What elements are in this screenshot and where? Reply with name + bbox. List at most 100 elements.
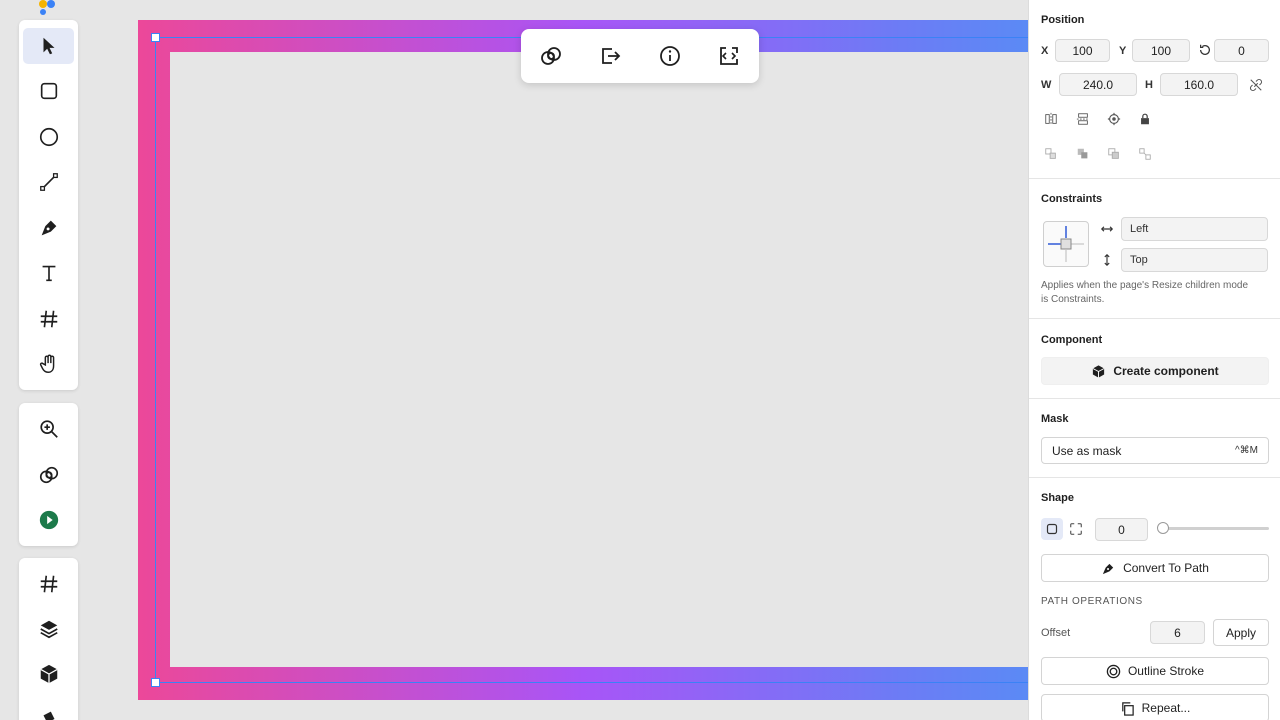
boolean-ops-icon (541, 47, 561, 65)
vertical-arrows-icon (1099, 252, 1115, 268)
outline-circle-icon (1106, 664, 1121, 678)
divider (1029, 477, 1280, 478)
line-tool-button[interactable] (23, 164, 74, 200)
corner-radius-slider[interactable] (1157, 522, 1269, 534)
layers-panel-button[interactable] (23, 611, 74, 647)
target-icon[interactable] (1106, 111, 1122, 127)
hash-icon (40, 310, 57, 328)
top-logo-strip (19, 0, 78, 15)
boolean-tool-button[interactable] (23, 457, 74, 493)
ellipse-icon (39, 127, 58, 147)
panels-group (19, 558, 78, 720)
rotation-icon (1197, 42, 1213, 58)
floating-toolbar (521, 29, 759, 83)
hand-tool-button[interactable] (23, 346, 74, 382)
convert-to-path-button[interactable]: Convert To Path (1041, 554, 1269, 582)
bucket-icon (43, 711, 54, 720)
y-input[interactable]: 100 (1132, 39, 1190, 62)
uniform-radius-toggle[interactable] (1041, 518, 1063, 540)
mask-title: Mask (1041, 413, 1069, 425)
position-title: Position (1041, 14, 1085, 26)
lock-icon[interactable] (1137, 111, 1153, 127)
info-button[interactable] (654, 41, 686, 71)
convert-to-path-label: Convert To Path (1123, 561, 1209, 575)
select-tool-button[interactable] (23, 28, 74, 64)
width-input[interactable]: 240.0 (1059, 73, 1137, 96)
horizontal-constraint-select[interactable]: Left (1121, 217, 1268, 241)
constraints-title: Constraints (1041, 193, 1103, 205)
resize-handle-top-left[interactable] (151, 33, 160, 42)
hash-icon (40, 575, 57, 593)
export-button[interactable] (594, 41, 626, 71)
repeat-button[interactable]: Repeat... (1041, 694, 1269, 720)
apply-offset-button[interactable]: Apply (1213, 619, 1269, 646)
unlink-ratio-icon[interactable] (1248, 77, 1264, 93)
rounded-square-icon (1046, 523, 1058, 535)
rectangle-tool-button[interactable] (23, 73, 74, 109)
horizontal-arrows-icon (1099, 221, 1115, 237)
use-as-mask-label: Use as mask (1052, 443, 1122, 458)
boolean-ops-icon (39, 466, 58, 484)
copy-icon (1121, 701, 1134, 716)
code-button[interactable] (713, 41, 745, 71)
offset-input[interactable]: 6 (1150, 621, 1205, 644)
repeat-label: Repeat... (1141, 701, 1191, 715)
corner-radius-input[interactable]: 0 (1095, 518, 1148, 541)
zoom-in-icon (39, 420, 58, 438)
app-logo-icon (39, 0, 55, 15)
rotation-input[interactable]: 0 (1214, 39, 1269, 62)
ellipse-tool-button[interactable] (23, 119, 74, 155)
align-4-icon[interactable] (1137, 146, 1153, 162)
rectangle-icon (40, 82, 57, 100)
boolean-ops-button[interactable] (535, 41, 567, 71)
align-1-icon[interactable] (1043, 146, 1059, 162)
export-icon (602, 48, 621, 64)
x-input[interactable]: 100 (1055, 39, 1110, 62)
frames-panel-button[interactable] (23, 566, 74, 602)
constraints-diagram-icon (1048, 226, 1084, 262)
align-2-icon[interactable] (1075, 146, 1091, 162)
pen-icon (1102, 563, 1114, 574)
more-panel-button[interactable] (23, 701, 74, 720)
outline-stroke-button[interactable]: Outline Stroke (1041, 657, 1269, 685)
pen-icon (41, 220, 56, 236)
h-label: H (1145, 79, 1153, 91)
align-3-icon[interactable] (1106, 146, 1122, 162)
code-icon (720, 47, 738, 65)
components-panel-button[interactable] (23, 656, 74, 692)
utility-group (19, 403, 78, 546)
text-tool-button[interactable] (23, 255, 74, 291)
cube-icon (39, 664, 58, 684)
path-operations-title: PATH OPERATIONS (1041, 596, 1143, 607)
y-label: Y (1119, 45, 1127, 57)
mask-shortcut: ^⌘M (1234, 445, 1258, 456)
cube-icon (1092, 364, 1105, 378)
flip-vertical-icon[interactable] (1075, 111, 1091, 127)
tools-group (19, 20, 78, 390)
vertical-constraint-select[interactable]: Top (1121, 248, 1268, 272)
properties-panel: Position X 100 Y 100 0 W 240.0 H 160.0 C… (1028, 0, 1280, 720)
line-icon (39, 173, 58, 191)
pen-tool-button[interactable] (23, 210, 74, 246)
frame-tool-button[interactable] (23, 301, 74, 337)
cursor-icon (43, 37, 54, 55)
use-as-mask-button[interactable]: Use as mask ^⌘M (1041, 437, 1269, 464)
create-component-button[interactable]: Create component (1041, 357, 1269, 385)
play-button[interactable] (23, 502, 74, 538)
flip-horizontal-icon[interactable] (1043, 111, 1059, 127)
info-icon (660, 46, 680, 66)
constraints-widget[interactable] (1043, 221, 1089, 267)
height-input[interactable]: 160.0 (1160, 73, 1238, 96)
resize-handle-bottom-left[interactable] (151, 678, 160, 687)
zoom-tool-button[interactable] (23, 411, 74, 447)
selection-outline (155, 37, 1028, 683)
play-icon (39, 510, 58, 530)
independent-corners-icon[interactable] (1068, 521, 1084, 537)
divider (1029, 178, 1280, 179)
layers-icon (39, 620, 58, 639)
slider-thumb[interactable] (1157, 522, 1169, 534)
outline-stroke-label: Outline Stroke (1127, 664, 1205, 678)
hand-icon (39, 354, 54, 373)
constraints-note: Applies when the page's Resize children … (1041, 280, 1249, 305)
shape-title: Shape (1041, 492, 1075, 504)
